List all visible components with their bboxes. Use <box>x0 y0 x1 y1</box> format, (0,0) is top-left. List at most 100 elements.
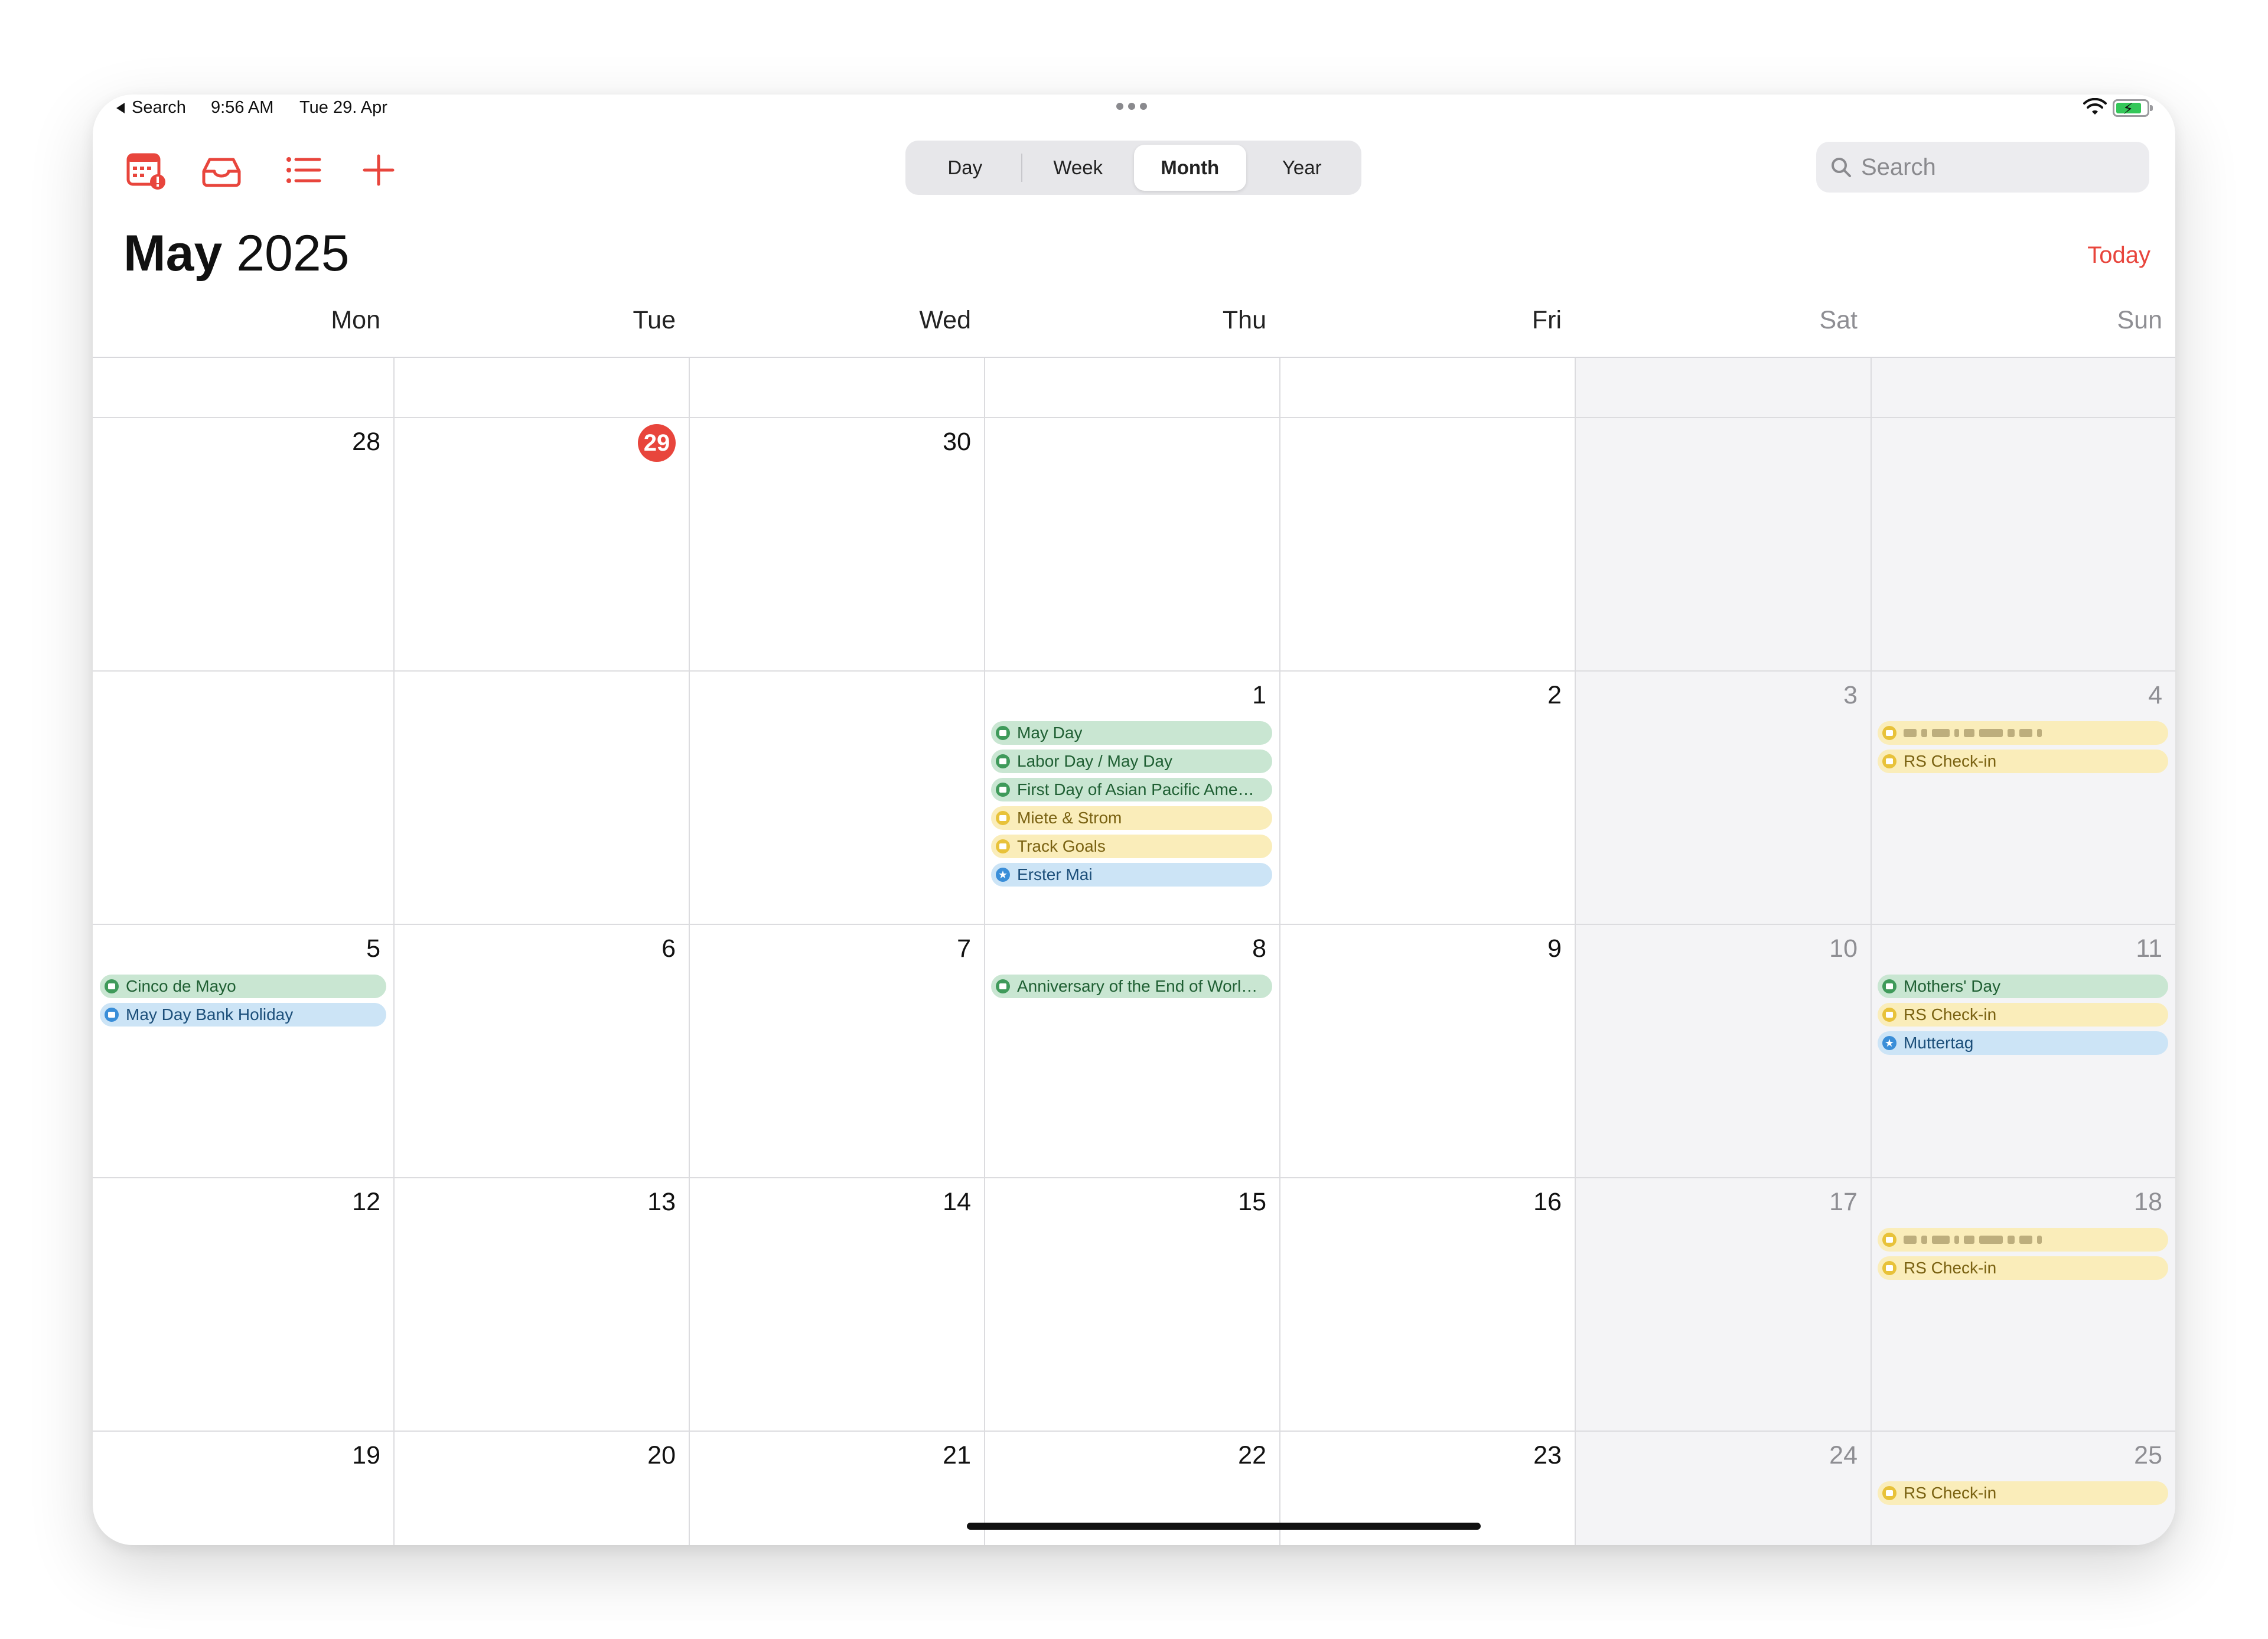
calendar-dot-icon <box>105 979 119 993</box>
day-number: 20 <box>647 1441 676 1469</box>
event-pill[interactable]: Miete & Strom <box>991 806 1272 830</box>
event-pill[interactable]: First Day of Asian Pacific Ame… <box>991 778 1272 801</box>
event-pill[interactable]: Track Goals <box>991 835 1272 858</box>
day-cell[interactable]: 20 <box>393 1431 689 1545</box>
day-cell[interactable]: 13 <box>393 1177 689 1431</box>
day-cell[interactable]: 16 <box>1279 1177 1575 1431</box>
year-number: 2025 <box>236 225 350 282</box>
day-cell[interactable] <box>1279 417 1575 670</box>
day-number: 30 <box>943 428 971 456</box>
day-cell[interactable] <box>689 670 984 924</box>
day-number: 9 <box>1547 934 1562 963</box>
day-cell[interactable]: 8 Anniversary of the End of Worl… <box>984 924 1279 1177</box>
star-calendar-icon: ★ <box>996 868 1010 882</box>
day-cell[interactable]: 2 <box>1279 670 1575 924</box>
calendar-dot-icon <box>996 754 1010 768</box>
event-pill[interactable]: Labor Day / May Day <box>991 750 1272 773</box>
day-cell[interactable]: 18 RS Check-in <box>1871 1177 2175 1431</box>
today-button[interactable]: Today <box>2087 242 2150 269</box>
weekday-label-mon: Mon <box>331 306 380 334</box>
event-pill[interactable]: RS Check-in <box>1878 750 2168 773</box>
calendar-dot-icon <box>996 979 1010 993</box>
day-number: 11 <box>2136 934 2162 963</box>
day-cell[interactable]: 21 <box>689 1431 984 1545</box>
day-number: 8 <box>1252 934 1266 963</box>
day-cell[interactable] <box>93 670 393 924</box>
event-pill[interactable]: May Day Bank Holiday <box>100 1003 386 1027</box>
calendar-dot-icon <box>105 1008 119 1022</box>
day-cell[interactable]: 25 RS Check-in <box>1871 1431 2175 1545</box>
segment-week[interactable]: Week <box>1022 145 1135 191</box>
event-pill[interactable]: RS Check-in <box>1878 1481 2168 1505</box>
inbox-icon[interactable] <box>199 148 244 193</box>
search-field[interactable] <box>1816 142 2149 193</box>
day-cell[interactable]: 5 Cinco de Mayo May Day Bank Holiday <box>93 924 393 1177</box>
day-number: 4 <box>2148 681 2162 709</box>
day-number: 1 <box>1252 681 1266 709</box>
event-pill[interactable]: Cinco de Mayo <box>100 975 386 998</box>
day-cell[interactable]: 14 <box>689 1177 984 1431</box>
event-pill[interactable]: ★ Erster Mai <box>991 863 1272 887</box>
day-cell[interactable] <box>984 417 1279 670</box>
day-cell[interactable]: 17 <box>1575 1177 1871 1431</box>
event-pill[interactable] <box>1878 1228 2168 1252</box>
day-cell[interactable] <box>1575 417 1871 670</box>
day-cell[interactable] <box>1871 417 2175 670</box>
segment-year[interactable]: Year <box>1246 145 1358 191</box>
day-number: 19 <box>352 1441 380 1469</box>
event-title: RS Check-in <box>1904 1484 1997 1502</box>
day-number: 7 <box>957 934 971 963</box>
day-cell[interactable]: 28 <box>93 417 393 670</box>
event-title: Muttertag <box>1904 1034 1974 1052</box>
event-pill[interactable]: RS Check-in <box>1878 1003 2168 1027</box>
day-number: 24 <box>1829 1441 1858 1469</box>
event-pill[interactable]: May Day <box>991 721 1272 745</box>
day-cell[interactable]: 11 Mothers' Day RS Check-in ★ Muttertag <box>1871 924 2175 1177</box>
day-number: 2 <box>1547 681 1562 709</box>
back-to-search-link[interactable]: Search <box>116 98 186 118</box>
day-cell[interactable]: 1 May Day Labor Day / May Day First Day of … <box>984 670 1279 924</box>
segment-day[interactable]: Day <box>909 145 1021 191</box>
home-indicator[interactable] <box>967 1523 1481 1530</box>
calendar-dot-icon <box>1882 1008 1896 1022</box>
back-label: Search <box>132 98 186 117</box>
event-title: May Day <box>1017 724 1083 742</box>
day-number: 6 <box>662 934 676 963</box>
weekday-label-sat: Sat <box>1819 306 1858 334</box>
event-pill[interactable]: Anniversary of the End of Worl… <box>991 975 1272 998</box>
calendar-dot-icon <box>996 811 1010 825</box>
calendars-icon[interactable] <box>123 148 168 193</box>
day-cell[interactable]: 10 <box>1575 924 1871 1177</box>
day-cell[interactable]: 15 <box>984 1177 1279 1431</box>
day-cell[interactable]: 9 <box>1279 924 1575 1177</box>
list-icon[interactable] <box>281 148 325 193</box>
day-cell[interactable]: 29 <box>393 417 689 670</box>
day-cell[interactable]: 19 <box>93 1431 393 1545</box>
ipad-screen: Search 9:56 AM Tue 29. Apr ⚡ Day Week Mo… <box>93 95 2175 1545</box>
day-cell[interactable]: 24 <box>1575 1431 1871 1545</box>
day-cell[interactable]: 30 <box>689 417 984 670</box>
day-cell[interactable]: 3 <box>1575 670 1871 924</box>
event-pill[interactable]: ★ Muttertag <box>1878 1031 2168 1055</box>
calendar-dot-icon <box>1882 979 1896 993</box>
day-number: 13 <box>647 1188 676 1216</box>
event-pill[interactable]: RS Check-in <box>1878 1256 2168 1280</box>
multitasking-dots-icon[interactable] <box>1116 103 1147 110</box>
day-cell[interactable]: 7 <box>689 924 984 1177</box>
day-cell[interactable]: 12 <box>93 1177 393 1431</box>
event-title: Miete & Strom <box>1017 809 1122 827</box>
search-icon <box>1832 158 1851 177</box>
event-pill[interactable]: Mothers' Day <box>1878 975 2168 998</box>
month-name: May <box>123 225 223 282</box>
event-pill[interactable] <box>1878 721 2168 745</box>
calendar-dot-icon <box>1882 1261 1896 1275</box>
add-event-plus-icon[interactable] <box>356 148 401 193</box>
day-cell[interactable]: 6 <box>393 924 689 1177</box>
day-cell[interactable] <box>393 670 689 924</box>
event-title: May Day Bank Holiday <box>126 1005 294 1024</box>
day-number: 18 <box>2134 1188 2162 1216</box>
day-cell[interactable]: 4 RS Check-in <box>1871 670 2175 924</box>
search-input[interactable] <box>1861 154 2133 181</box>
segment-month[interactable]: Month <box>1134 145 1246 191</box>
event-title: Track Goals <box>1017 837 1106 855</box>
